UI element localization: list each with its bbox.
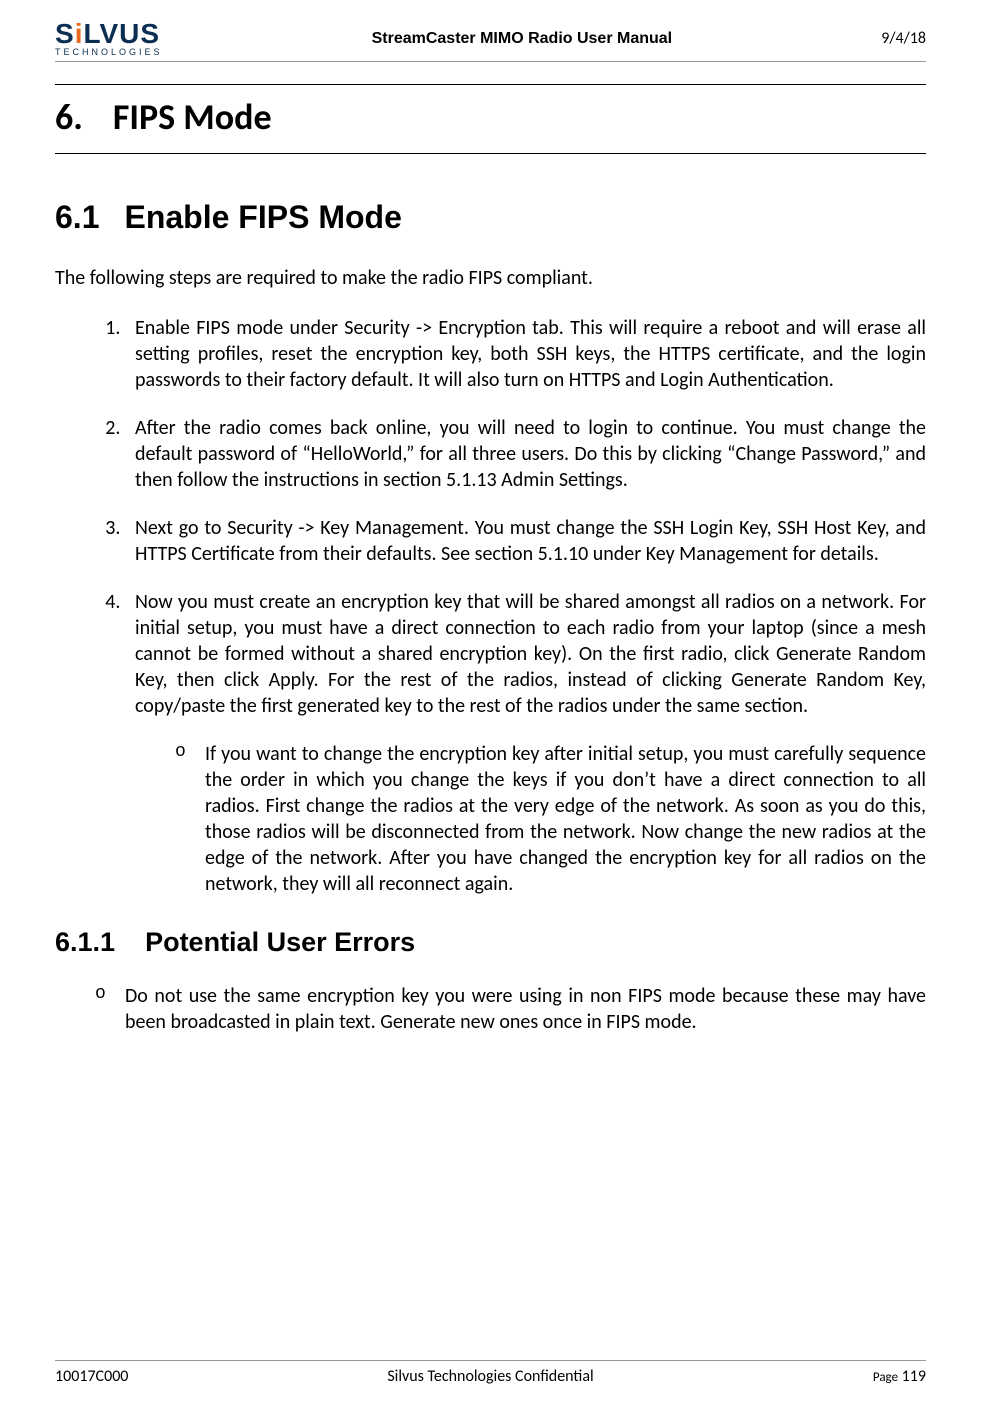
- sub-bullet-item: If you want to change the encryption key…: [175, 741, 926, 897]
- sub-bullet-list: If you want to change the encryption key…: [135, 741, 926, 897]
- page-header: SiLVUS TECHNOLOGIES StreamCaster MIMO Ra…: [55, 20, 926, 62]
- company-logo: SiLVUS TECHNOLOGIES: [55, 20, 163, 57]
- subsection-heading: 6.1.1 Potential User Errors: [55, 927, 926, 958]
- chapter-heading-container: 6. FIPS Mode: [55, 84, 926, 154]
- document-page: SiLVUS TECHNOLOGIES StreamCaster MIMO Ra…: [0, 0, 981, 1411]
- intro-paragraph: The following steps are required to make…: [55, 266, 926, 290]
- step-item: Enable FIPS mode under Security -> Encry…: [125, 315, 926, 393]
- document-date: 9/4/18: [881, 29, 926, 48]
- numbered-steps: Enable FIPS mode under Security -> Encry…: [55, 315, 926, 897]
- logo-subtext: TECHNOLOGIES: [55, 48, 163, 57]
- error-item: Do not use the same encryption key you w…: [95, 983, 926, 1035]
- subsection-number: 6.1.1: [55, 927, 115, 958]
- chapter-title: FIPS Mode: [113, 95, 272, 139]
- document-title: StreamCaster MIMO Radio User Manual: [163, 30, 882, 48]
- section-title: Enable FIPS Mode: [124, 199, 401, 235]
- step-item: After the radio comes back online, you w…: [125, 415, 926, 493]
- logo-text: SiLVUS: [55, 20, 163, 48]
- section-heading: 6.1 Enable FIPS Mode: [55, 199, 926, 236]
- step-text: Now you must create an encryption key th…: [135, 590, 926, 718]
- subsection-title: Potential User Errors: [145, 927, 415, 957]
- footer-confidential: Silvus Technologies Confidential: [55, 1367, 926, 1386]
- page-footer: 10017C000 Silvus Technologies Confidenti…: [55, 1360, 926, 1386]
- chapter-number: 6.: [55, 95, 83, 139]
- error-list: Do not use the same encryption key you w…: [55, 983, 926, 1035]
- step-item: Now you must create an encryption key th…: [125, 589, 926, 897]
- logo-part: LVUS: [83, 18, 160, 49]
- step-item: Next go to Security -> Key Management. Y…: [125, 515, 926, 567]
- logo-part: S: [55, 18, 75, 49]
- chapter-heading: 6. FIPS Mode: [55, 95, 926, 139]
- section-number: 6.1: [55, 199, 99, 236]
